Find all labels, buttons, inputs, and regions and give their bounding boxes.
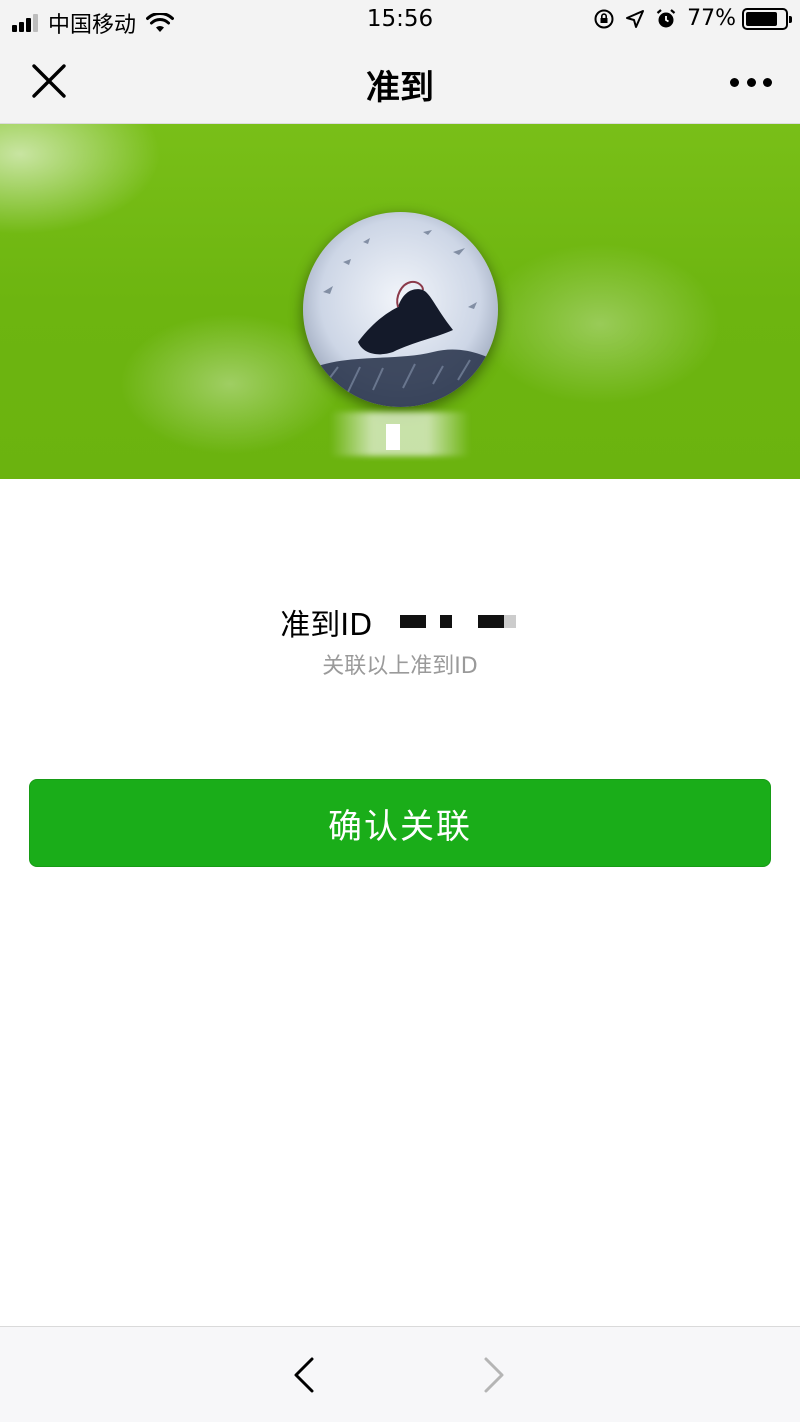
id-label: 准到ID [280, 608, 373, 643]
nickname-blurred [330, 412, 470, 456]
status-right: 77% [593, 6, 792, 31]
avatar-artwork [303, 230, 498, 407]
avatar [303, 212, 498, 407]
rotation-lock-icon [594, 9, 614, 28]
location-icon [626, 9, 645, 28]
alarm-icon [656, 8, 676, 27]
nickname-redaction [386, 424, 400, 450]
back-arrow-icon[interactable] [286, 1355, 322, 1395]
battery-icon [742, 7, 792, 30]
id-caption: 关联以上准到ID [322, 654, 478, 679]
forward-arrow-icon[interactable] [476, 1355, 512, 1395]
confirm-link-button[interactable]: 确认关联 [29, 779, 771, 867]
bottom-toolbar [0, 1326, 800, 1422]
zhundao-id-row: 准到ID [0, 600, 800, 644]
status-bar: 中国移动 15:56 77% [0, 0, 800, 40]
id-value-redacted [399, 615, 520, 629]
battery-percent: 77% [687, 6, 736, 31]
page-title: 准到 [366, 68, 434, 108]
navigation-bar: 准到 [0, 40, 800, 124]
profile-banner [0, 124, 800, 479]
more-icon[interactable] [730, 72, 772, 92]
